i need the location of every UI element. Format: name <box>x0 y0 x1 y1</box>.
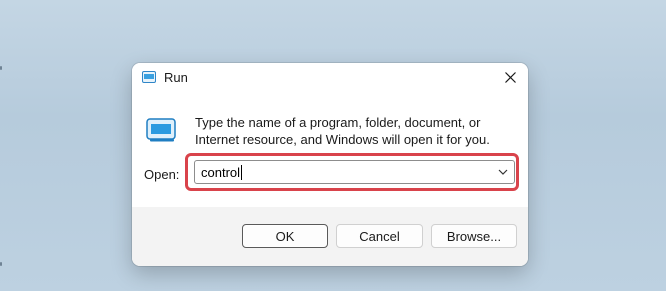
text-caret <box>241 165 243 180</box>
chevron-down-icon[interactable] <box>498 168 508 176</box>
title-bar[interactable]: Run <box>132 63 528 92</box>
open-label: Open: <box>144 167 180 182</box>
close-icon <box>504 72 516 83</box>
instruction-text: Type the name of a program, folder, docu… <box>195 115 490 147</box>
window-title: Run <box>164 70 188 85</box>
open-combobox[interactable]: control <box>194 160 515 184</box>
dialog-content: Type the name of a program, folder, docu… <box>132 92 528 207</box>
ok-button[interactable]: OK <box>242 224 328 248</box>
run-icon <box>146 118 176 142</box>
open-input[interactable]: control <box>201 165 243 180</box>
run-icon <box>142 71 156 83</box>
button-bar: OK Cancel Browse... <box>132 207 528 266</box>
run-dialog: Run Type the name of a program, folder, … <box>132 63 528 266</box>
cancel-button[interactable]: Cancel <box>336 224 423 248</box>
wallpaper-mark <box>0 262 2 266</box>
browse-button[interactable]: Browse... <box>431 224 517 248</box>
close-button[interactable] <box>492 63 528 92</box>
wallpaper-mark <box>0 66 2 70</box>
desktop: { "dialog": { "title": "Run", "descripti… <box>0 0 666 291</box>
